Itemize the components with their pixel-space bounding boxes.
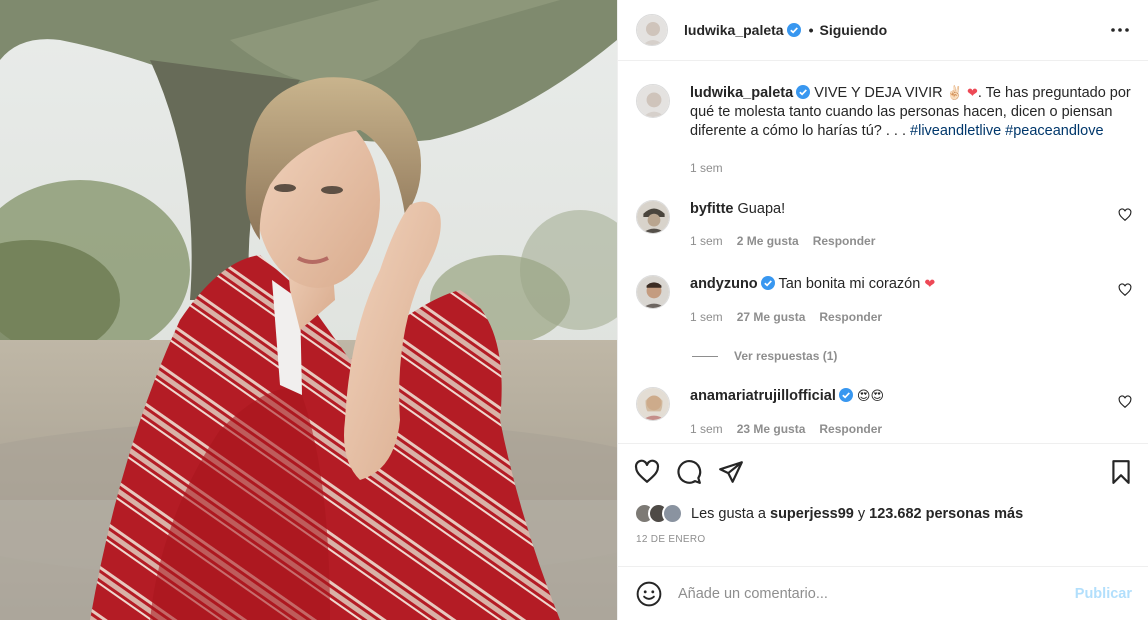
verified-icon: [796, 85, 811, 99]
caption-body: ludwika_paleta VIVE Y DEJA VIVIR ✌🏻 ❤. T…: [690, 84, 1132, 178]
post-date[interactable]: 12 DE ENERO: [636, 534, 1134, 545]
liker-avatars[interactable]: [634, 503, 683, 524]
post-header: ludwika_paleta • Siguiendo: [618, 0, 1148, 61]
add-comment-bar: Publicar: [618, 566, 1148, 620]
comment-item: anamariatrujillofficial 😍😍 1 sem 23 Me g…: [636, 387, 1132, 439]
author-username[interactable]: ludwika_paleta: [684, 22, 784, 38]
heart-icon[interactable]: [634, 459, 660, 485]
comment-likes[interactable]: 27 Me gusta: [737, 308, 806, 327]
instagram-post: ludwika_paleta • Siguiendo ludwika_palet…: [0, 0, 1148, 620]
caption-meta: 1 sem: [690, 159, 1132, 178]
action-icons-row: [634, 458, 1134, 486]
likes-user[interactable]: superjess99: [770, 506, 854, 522]
post-photo-image: [0, 0, 617, 620]
comment-username[interactable]: anamariatrujillofficial: [690, 388, 836, 404]
comment-like-heart-icon[interactable]: [1118, 395, 1132, 409]
comment-meta: 1 sem 2 Me gusta Responder: [690, 232, 1102, 251]
separator-dot: •: [808, 22, 814, 38]
comment-icon[interactable]: [676, 459, 702, 485]
comment-item: byfitte Guapa! 1 sem 2 Me gusta Responde…: [636, 200, 1132, 251]
author-avatar[interactable]: [636, 14, 668, 46]
commenter-avatar[interactable]: [636, 200, 670, 234]
author-avatar[interactable]: [636, 84, 670, 118]
comments-list[interactable]: ludwika_paleta VIVE Y DEJA VIVIR ✌🏻 ❤. T…: [618, 62, 1148, 442]
bookmark-icon[interactable]: [1108, 459, 1134, 485]
comment-emoji: ❤: [924, 277, 936, 292]
post-actions: Les gusta a superjess99 y 123.682 person…: [618, 443, 1148, 545]
caption-time[interactable]: 1 sem: [690, 159, 723, 178]
share-icon[interactable]: [718, 459, 744, 485]
caption-username[interactable]: ludwika_paleta: [690, 85, 793, 101]
liker-avatar: [662, 503, 683, 524]
more-icon: [1111, 28, 1129, 32]
caption-emojis: ✌🏻 ❤: [946, 86, 978, 101]
emoji-icon[interactable]: [636, 581, 662, 607]
comment-likes[interactable]: 23 Me gusta: [737, 420, 806, 439]
following-button[interactable]: Siguiendo: [820, 22, 888, 38]
comment-meta: 1 sem 27 Me gusta Responder: [690, 308, 1102, 327]
post-photo[interactable]: [0, 0, 617, 620]
comment-meta: 1 sem 23 Me gusta Responder: [690, 420, 1102, 439]
likes-prefix: Les gusta a: [691, 505, 766, 522]
comment-like-heart-icon[interactable]: [1118, 283, 1132, 297]
comment-like-heart-icon[interactable]: [1118, 208, 1132, 222]
likes-summary: Les gusta a superjess99 y 123.682 person…: [634, 503, 1134, 524]
comment-username[interactable]: andyzuno: [690, 276, 758, 292]
caption-title: VIVE Y DEJA VIVIR: [814, 85, 943, 101]
view-replies-label: Ver respuestas (1): [734, 349, 838, 363]
commenter-avatar[interactable]: [636, 387, 670, 421]
post-side-panel: ludwika_paleta • Siguiendo ludwika_palet…: [617, 0, 1148, 620]
comment-likes[interactable]: 2 Me gusta: [737, 232, 799, 251]
post-caption: ludwika_paleta VIVE Y DEJA VIVIR ✌🏻 ❤. T…: [636, 62, 1132, 178]
comment-username[interactable]: byfitte: [690, 201, 734, 217]
reply-button[interactable]: Responder: [819, 420, 882, 439]
reply-button[interactable]: Responder: [819, 308, 882, 327]
view-replies-button[interactable]: Ver respuestas (1): [692, 349, 1132, 363]
comment-body: anamariatrujillofficial 😍😍 1 sem 23 Me g…: [690, 387, 1132, 439]
publish-button[interactable]: Publicar: [1075, 586, 1132, 602]
comment-text: Guapa!: [737, 201, 786, 217]
verified-icon: [838, 388, 853, 402]
comment-text: Tan bonita mi corazón: [778, 276, 921, 292]
replies-line: [692, 355, 718, 357]
comment-time[interactable]: 1 sem: [690, 420, 723, 439]
more-options-button[interactable]: [1108, 18, 1132, 42]
comment-body: byfitte Guapa! 1 sem 2 Me gusta Responde…: [690, 200, 1132, 251]
header-user: ludwika_paleta • Siguiendo: [684, 22, 887, 38]
hashtag-link[interactable]: #liveandletlive: [910, 123, 1001, 139]
hashtag-link[interactable]: #peaceandlove: [1005, 123, 1103, 139]
commenter-avatar[interactable]: [636, 275, 670, 309]
comment-time[interactable]: 1 sem: [690, 232, 723, 251]
comment-emoji: 😍😍: [856, 389, 884, 404]
comment-item: andyzuno Tan bonita mi corazón ❤ 1 sem 2…: [636, 275, 1132, 327]
comment-input[interactable]: [678, 585, 1075, 602]
verified-icon: [786, 23, 801, 37]
likes-count[interactable]: 123.682 personas más: [869, 506, 1023, 522]
likes-conj: y: [857, 505, 866, 522]
comment-time[interactable]: 1 sem: [690, 308, 723, 327]
comment-body: andyzuno Tan bonita mi corazón ❤ 1 sem 2…: [690, 275, 1132, 327]
reply-button[interactable]: Responder: [813, 232, 876, 251]
verified-icon: [760, 276, 775, 290]
